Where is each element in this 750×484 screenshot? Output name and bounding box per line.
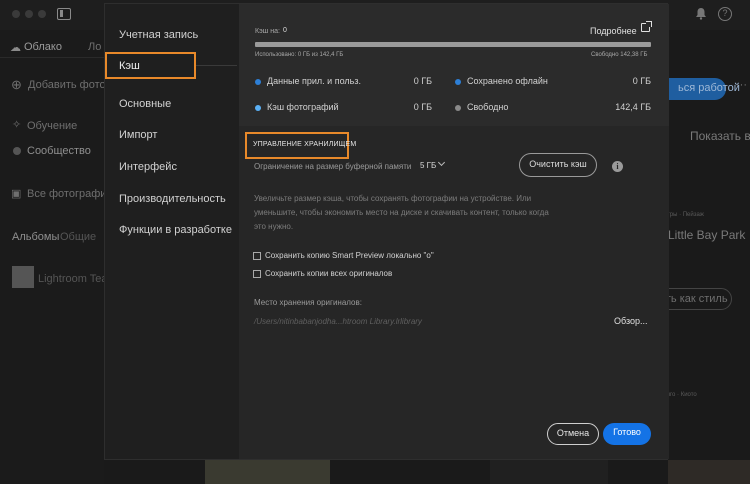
window-minimize-dot[interactable] <box>25 10 33 18</box>
legend-label-app-data: Данные прил. и польз. <box>267 76 361 86</box>
nav-divider <box>196 65 237 66</box>
as-style-label: ать как стиль <box>660 293 728 305</box>
sidebar-toggle-icon[interactable] <box>57 8 71 20</box>
legend-label-free: Свободно <box>467 102 508 112</box>
free-text: Свободно 142,38 ГБ <box>591 52 647 58</box>
done-button[interactable]: Готово <box>603 423 651 445</box>
tab-shared[interactable]: Общие <box>60 231 96 243</box>
photo-tag: утры · Пейзаж <box>664 212 704 218</box>
cache-description: Увеличьте размер кэша, чтобы сохранять ф… <box>254 192 554 234</box>
lightbulb-icon: ✧ <box>12 118 21 131</box>
nav-item-tech-previews[interactable]: Функции в разработке <box>119 224 232 236</box>
legend-value-app-data: 0 ГБ <box>372 76 432 86</box>
nav-item-cache[interactable]: Кэш <box>105 52 196 79</box>
cache-on-value: 0 <box>283 27 287 34</box>
legend-dot-photo-cache <box>255 105 261 111</box>
nav-item-performance[interactable]: Производительность <box>119 193 226 205</box>
legend-value-photo-cache: 0 ГБ <box>372 102 432 112</box>
learn-more-link[interactable]: Подробнее <box>590 26 637 36</box>
originals-label: Сохранить копии всех оригиналов <box>265 269 392 278</box>
community-icon <box>13 147 21 155</box>
legend-value-free: 142,4 ГБ <box>591 102 651 112</box>
nav-item-import[interactable]: Импорт <box>119 129 157 141</box>
app-sidebar: ☁ Облако Ло ⊕ Добавить фото ✧ Обучение С… <box>0 30 104 484</box>
clear-cache-button[interactable]: Очистить кэш <box>519 153 597 177</box>
bell-icon[interactable] <box>694 7 708 21</box>
preferences-nav: Учетная запись Кэш Основные Импорт Интер… <box>105 4 239 459</box>
nav-item-interface[interactable]: Интерфейс <box>119 161 177 173</box>
cloud-icon: ☁ <box>10 41 21 54</box>
add-icon: ⊕ <box>11 77 22 93</box>
photo-thumbnail-2[interactable] <box>490 460 608 484</box>
sync-button-label: ься работой <box>678 82 740 94</box>
originals-path: /Users/nitinbabanjodha...htroom Library.… <box>254 317 422 326</box>
photos-icon: ▣ <box>11 187 21 200</box>
originals-location-label: Место хранения оригиналов: <box>254 298 362 307</box>
legend-value-offline: 0 ГБ <box>591 76 651 86</box>
browse-button[interactable]: Обзор... <box>614 316 648 326</box>
add-photos-link[interactable]: Добавить фото <box>28 79 106 91</box>
window-zoom-dot[interactable] <box>38 10 46 18</box>
nav-item-general[interactable]: Основные <box>119 98 171 110</box>
tab-albums[interactable]: Альбомы <box>12 231 59 243</box>
nav-item-cache-label: Кэш <box>119 60 140 72</box>
cancel-button[interactable]: Отмена <box>547 423 599 445</box>
community-link[interactable]: Сообщество <box>27 145 91 157</box>
originals-checkbox[interactable] <box>253 270 261 278</box>
storage-section-title-label: УПРАВЛЕНИЕ ХРАНИЛИЩЕМ <box>253 141 356 148</box>
smart-preview-checkbox[interactable] <box>253 252 261 260</box>
smart-preview-label: Сохранить копию Smart Preview локально "… <box>265 251 434 260</box>
info-icon[interactable]: i <box>612 161 623 172</box>
photo-thumbnail[interactable] <box>205 460 330 484</box>
legend-dot-offline <box>455 79 461 85</box>
buffer-limit-label: Ограничение на размер буферной памяти <box>254 162 411 171</box>
legend-label-offline: Сохранено офлайн <box>467 76 548 86</box>
used-text: Использовано: 0 ГБ из 142,4 ГБ <box>255 52 343 58</box>
clear-cache-label: Очистить кэш <box>520 159 596 169</box>
buffer-limit-dropdown[interactable]: 5 ГБ <box>420 161 436 170</box>
cache-usage-bar <box>255 42 651 47</box>
cache-usage-section: Кэш на: 0 Подробнее Использовано: 0 ГБ и… <box>239 4 669 126</box>
photo-thumbnail-3[interactable] <box>668 460 750 484</box>
cache-on-label: Кэш на: <box>255 28 280 35</box>
all-photos-link[interactable]: Все фотографии <box>27 188 113 200</box>
cancel-button-label: Отмена <box>548 428 598 438</box>
nav-item-account[interactable]: Учетная запись <box>119 29 198 41</box>
photo-title: Little Bay Park <box>668 228 745 242</box>
tab-cloud[interactable]: Облако <box>24 41 62 53</box>
show-all-link[interactable]: Показать все <box>690 129 750 143</box>
window-close-dot[interactable] <box>12 10 20 18</box>
album-thumbnail <box>12 266 34 288</box>
legend-label-photo-cache: Кэш фотографий <box>267 102 339 112</box>
external-link-icon[interactable] <box>641 23 650 32</box>
legend-dot-free <box>455 105 461 111</box>
help-icon[interactable]: ? <box>718 7 732 21</box>
storage-section-title: УПРАВЛЕНИЕ ХРАНИЛИЩЕМ <box>245 132 349 159</box>
more-icon[interactable]: ··· <box>736 79 747 91</box>
done-button-label: Готово <box>603 427 651 437</box>
legend-dot-app-data <box>255 79 261 85</box>
learn-link[interactable]: Обучение <box>27 120 77 132</box>
tab-local[interactable]: Ло <box>88 41 101 53</box>
